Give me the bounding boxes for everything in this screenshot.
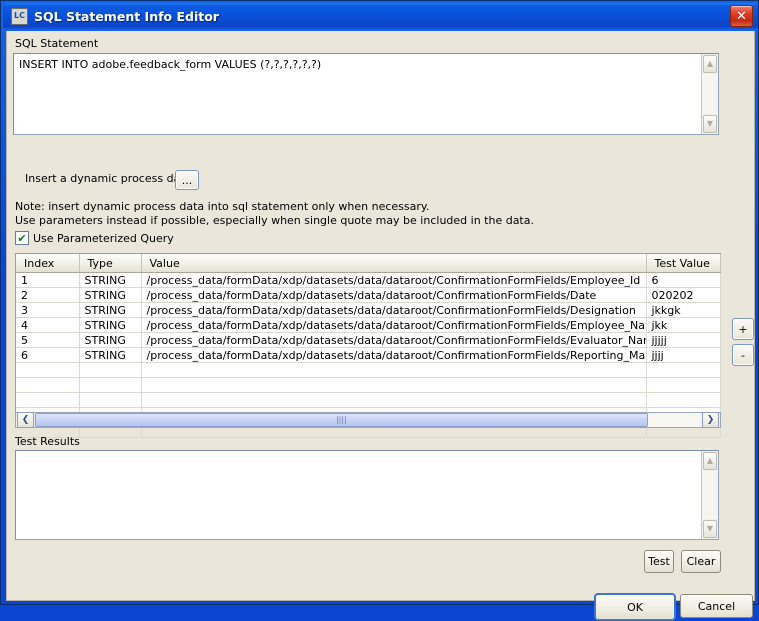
cell-test-value[interactable]: jkkgk [646,302,721,318]
cell-index[interactable]: 2 [16,287,80,303]
cell-test-value[interactable]: jjjjj [646,332,721,348]
use-parameterized-query-checkbox[interactable]: ✔ Use Parameterized Query [15,231,174,245]
scroll-down-icon[interactable]: ▼ [703,520,717,538]
sql-statement-input[interactable]: INSERT INTO adobe.feedback_form VALUES (… [13,53,719,135]
cell-index[interactable]: 4 [16,317,80,333]
cell-type[interactable]: STRING [79,287,142,303]
cell-test-value[interactable]: jjjj [646,347,721,363]
cell-value[interactable]: /process_data/formData/xdp/datasets/data… [141,287,647,303]
cell-value[interactable]: /process_data/formData/xdp/datasets/data… [141,317,647,333]
clear-button[interactable]: Clear [681,550,721,573]
cell-test-value[interactable]: 020202 [646,287,721,303]
cell-empty[interactable] [16,377,80,393]
cell-index[interactable]: 6 [16,347,80,363]
hscroll-track[interactable]: |||| [35,413,701,427]
cell-test-value[interactable]: jkk [646,317,721,333]
cell-type[interactable]: STRING [79,347,142,363]
sql-scroll-track[interactable] [702,74,718,114]
cell-empty[interactable] [79,392,142,408]
parameters-table[interactable]: Index Type Value Test Value 1 STRING/proc… [15,253,721,438]
results-vertical-scrollbar[interactable]: ▲ ▼ [701,451,718,539]
cell-type[interactable]: STRING [79,332,142,348]
cell-test-value[interactable]: 6 [646,272,721,288]
table-horizontal-scrollbar[interactable]: ❮ |||| ❯ [15,412,721,428]
cell-empty[interactable] [141,377,647,393]
scroll-down-icon[interactable]: ▼ [703,115,717,133]
column-header-value[interactable]: Value [141,254,647,273]
table-row[interactable]: 1 STRING/process_data/formData/xdp/datase… [16,272,721,288]
cell-index[interactable]: 3 [16,302,80,318]
hscroll-thumb[interactable]: |||| [35,413,648,427]
hscroll-grip-icon: |||| [335,415,347,424]
scroll-left-icon[interactable]: ❮ [17,412,34,428]
cell-type[interactable]: STRING [79,317,142,333]
cell-empty[interactable] [646,362,721,378]
cell-value[interactable]: /process_data/formData/xdp/datasets/data… [141,302,647,318]
close-icon[interactable]: ✕ [730,5,753,27]
scroll-right-icon[interactable]: ❯ [702,412,719,428]
cell-empty[interactable] [79,377,142,393]
sql-vertical-scrollbar[interactable]: ▲ ▼ [701,54,718,134]
test-results-label: Test Results [15,435,80,448]
ok-button[interactable]: OK [594,593,676,621]
checkbox-check-icon: ✔ [15,231,29,245]
cell-index[interactable]: 1 [16,272,80,288]
column-header-type[interactable]: Type [79,254,142,273]
dialog-body: SQL Statement INSERT INTO adobe.feedback… [6,31,755,621]
table-row[interactable]: 4 STRING/process_data/formData/xdp/datase… [16,317,721,333]
cell-value[interactable]: /process_data/formData/xdp/datasets/data… [141,332,647,348]
sql-statement-label: SQL Statement [15,37,99,50]
table-row-empty[interactable] [16,362,721,378]
add-parameter-button[interactable]: + [732,318,754,340]
test-button[interactable]: Test [644,550,674,573]
parameters-grid: Index Type Value Test Value 1 STRING/proc… [16,254,721,438]
note-line-2: Use parameters instead if possible, espe… [15,214,534,227]
scroll-up-icon[interactable]: ▲ [703,452,717,470]
sql-statement-value: INSERT INTO adobe.feedback_form VALUES (… [19,58,322,71]
cell-empty[interactable] [16,362,80,378]
table-row[interactable]: 6 STRING/process_data/formData/xdp/datase… [16,347,721,363]
cell-index[interactable]: 5 [16,332,80,348]
cancel-button[interactable]: Cancel [680,594,753,618]
lc-app-icon-label: LC [14,11,25,20]
cell-empty[interactable] [646,377,721,393]
table-row-empty[interactable] [16,392,721,408]
browse-dynamic-data-button[interactable]: ... [175,170,199,190]
cell-type[interactable]: STRING [79,302,142,318]
cell-value[interactable]: /process_data/formData/xdp/datasets/data… [141,272,647,288]
cell-type[interactable]: STRING [79,272,142,288]
use-parameterized-query-label: Use Parameterized Query [33,231,174,245]
cell-empty[interactable] [79,362,142,378]
cell-empty[interactable] [141,392,647,408]
cell-empty[interactable] [646,392,721,408]
cell-empty[interactable] [16,392,80,408]
column-header-index[interactable]: Index [16,254,80,273]
window-title: SQL Statement Info Editor [34,8,219,24]
column-header-test-value[interactable]: Test Value [646,254,721,273]
dialog-window: LC SQL Statement Info Editor ✕ SQL State… [0,0,759,621]
table-row[interactable]: 5 STRING/process_data/formData/xdp/datase… [16,332,721,348]
title-bar[interactable]: LC SQL Statement Info Editor ✕ [3,3,758,29]
table-header-row: Index Type Value Test Value [16,254,721,273]
table-row-empty[interactable] [16,377,721,393]
cell-value[interactable]: /process_data/formData/xdp/datasets/data… [141,347,647,363]
table-row[interactable]: 2 STRING/process_data/formData/xdp/datase… [16,287,721,303]
test-results-output[interactable]: ▲ ▼ [15,450,719,540]
results-scroll-track[interactable] [702,471,718,519]
cell-empty[interactable] [141,362,647,378]
lc-app-icon: LC [11,7,28,25]
scroll-up-icon[interactable]: ▲ [703,55,717,73]
remove-parameter-button[interactable]: - [732,344,754,366]
note-line-1: Note: insert dynamic process data into s… [15,200,430,213]
table-row[interactable]: 3 STRING/process_data/formData/xdp/datase… [16,302,721,318]
insert-dynamic-data-label: Insert a dynamic process data [25,172,192,185]
